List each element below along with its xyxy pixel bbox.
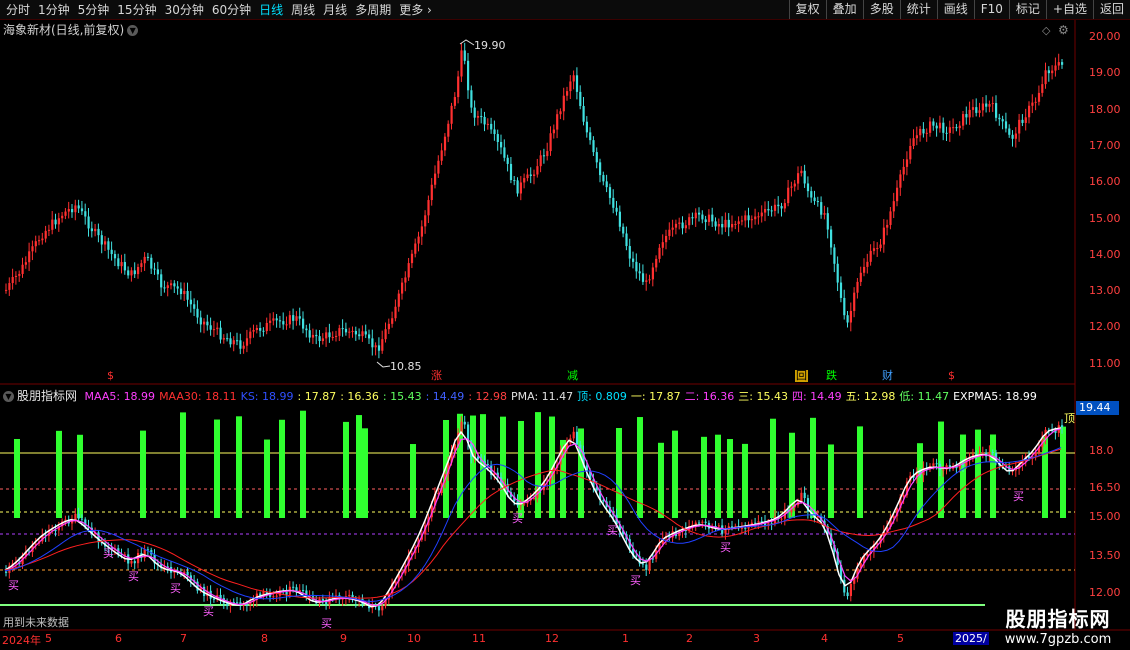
- low-pointer: [376, 361, 391, 368]
- current-value-badge: 19.44: [1076, 401, 1119, 415]
- maa5-line: [4, 428, 1062, 607]
- price-tick: 15.00: [1089, 211, 1121, 225]
- indicator-value: KS: 18.99: [240, 390, 294, 403]
- date-label: 2024年: [2, 634, 41, 647]
- indicator-value: MAA5: 18.99: [84, 390, 156, 403]
- expma-line: [4, 427, 1062, 608]
- watermark: 股朋指标网 www.7gpzb.com: [990, 603, 1126, 647]
- indicator-value: : 17.87: [297, 390, 337, 403]
- indicator-value: 五: 12.98: [845, 390, 896, 403]
- indicator-tick: 18.0: [1089, 444, 1114, 457]
- price-tick: 16.00: [1089, 175, 1121, 189]
- date-label: 3: [753, 632, 760, 645]
- top-signal: 顶: [1064, 412, 1075, 425]
- watermark-name: 股朋指标网: [1005, 607, 1111, 631]
- date-axis: 2024年 5 6 7 8 9 10 11 12 1 2 3 4 5 2025/: [0, 630, 1075, 650]
- chevron-down-icon[interactable]: ▼: [3, 391, 14, 402]
- date-label: 6: [115, 632, 122, 645]
- buy-signal: 买: [630, 574, 641, 587]
- buy-signal: 买: [128, 570, 139, 583]
- maa30-line: [4, 448, 1062, 599]
- event-marker[interactable]: 回: [795, 370, 808, 382]
- buy-signal: 买: [8, 579, 19, 592]
- buy-signal: 买: [607, 524, 618, 537]
- indicator-value: 一: 17.87: [630, 390, 681, 403]
- price-tick: 18.00: [1089, 102, 1121, 116]
- kline-chart[interactable]: 19.90 10.85: [0, 0, 1130, 650]
- date-label: 9: [340, 632, 347, 645]
- date-label: 5: [897, 632, 904, 645]
- price-tick: 17.00: [1089, 138, 1121, 152]
- date-label: 2025/: [953, 632, 989, 645]
- high-label: 19.90: [474, 39, 506, 52]
- high-pointer: [459, 39, 475, 46]
- indicator-tick: 15.00: [1089, 510, 1121, 523]
- date-label: 10: [407, 632, 421, 645]
- watermark-url: www.7gpzb.com: [1004, 632, 1112, 647]
- date-label: 1: [622, 632, 629, 645]
- buy-signal: 买: [103, 547, 114, 560]
- indicator-value: 顶: 0.809: [577, 390, 627, 403]
- green-bars: [14, 410, 1066, 518]
- event-marker[interactable]: $: [107, 370, 114, 382]
- indicator-candles: [5, 415, 1064, 617]
- date-label: 5: [45, 632, 52, 645]
- price-tick: 13.00: [1089, 284, 1121, 298]
- indicator-value: EXPMA5: 18.99: [953, 390, 1037, 403]
- event-marker[interactable]: 财: [882, 370, 893, 382]
- ks-line: [4, 446, 1062, 603]
- indicator-value: : 16.36: [340, 390, 379, 403]
- buy-signal: 买: [512, 512, 523, 525]
- indicator-value: 二: 16.36: [684, 390, 735, 403]
- indicator-value: 低: 11.47: [899, 390, 950, 403]
- indicator-tick: 16.50: [1089, 481, 1121, 494]
- indicator-value: PMA: 11.47: [511, 390, 574, 403]
- indicator-value: : 12.98: [468, 390, 508, 403]
- indicator-value: MAA30: 18.11: [159, 390, 237, 403]
- price-tick: 19.00: [1089, 66, 1121, 80]
- event-marker[interactable]: 跌: [826, 370, 837, 382]
- date-label: 2: [686, 632, 693, 645]
- low-label: 10.85: [390, 360, 422, 373]
- candlesticks: [5, 42, 1064, 359]
- indicator-tick: 13.50: [1089, 549, 1121, 562]
- indicator-value: : 15.43: [382, 390, 422, 403]
- buy-signal: 买: [203, 605, 214, 618]
- indicator-name[interactable]: 股朋指标网: [17, 389, 77, 403]
- buy-signal: 买: [321, 617, 332, 630]
- indicator-values: ▼ 股朋指标网 MAA5: 18.99 MAA30: 18.11 KS: 18.99:…: [3, 387, 1041, 404]
- date-label: 4: [821, 632, 828, 645]
- indicator-value: : 14.49: [425, 390, 465, 403]
- date-label: 7: [180, 632, 187, 645]
- event-marker[interactable]: $: [948, 370, 955, 382]
- indicator-tick: 12.00: [1089, 586, 1121, 599]
- indicator-value: 三: 15.43: [738, 390, 788, 403]
- event-marker[interactable]: 涨: [431, 370, 442, 382]
- date-label: 8: [261, 632, 268, 645]
- indicator-value: 四: 14.49: [791, 390, 842, 403]
- event-marker[interactable]: 减: [567, 370, 578, 382]
- buy-signal: 买: [720, 541, 731, 554]
- date-label: 12: [545, 632, 559, 645]
- buy-signal: 买: [170, 582, 181, 595]
- date-label: 11: [472, 632, 486, 645]
- footer-note: 用到未来数据: [3, 616, 69, 629]
- price-tick: 12.00: [1089, 320, 1121, 334]
- price-tick: 20.00: [1089, 30, 1121, 43]
- price-tick: 11.00: [1089, 356, 1121, 370]
- price-tick: 14.00: [1089, 247, 1121, 261]
- buy-signal: 买: [1013, 490, 1024, 503]
